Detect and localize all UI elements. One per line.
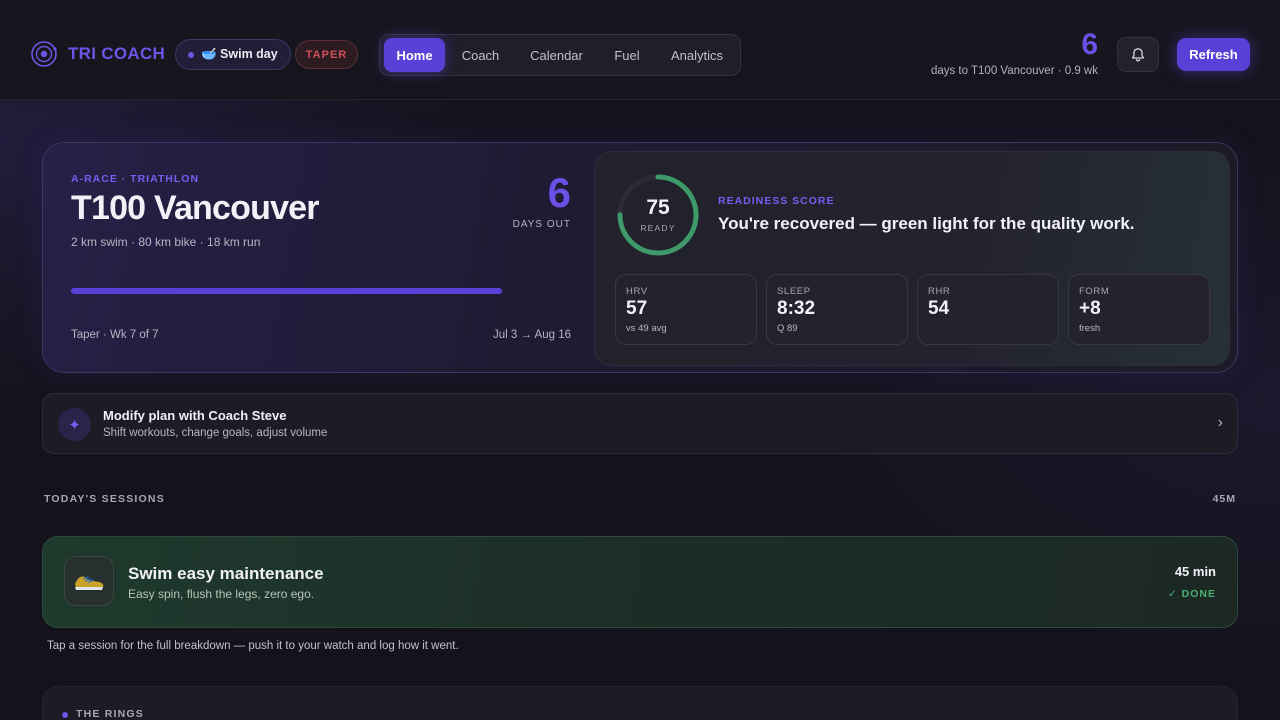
logo-icon — [30, 40, 58, 68]
race-kicker: A-RACE · TRIATHLON — [71, 173, 200, 185]
session-title: Swim easy maintenance — [128, 564, 324, 583]
metric-key: HRV — [626, 286, 648, 297]
metric-value: 54 — [928, 298, 950, 319]
race-distances: 2 km swim · 80 km bike · 18 km run — [71, 235, 261, 249]
tab-home[interactable]: Home — [384, 38, 445, 72]
notifications-button[interactable] — [1117, 37, 1159, 72]
session-card[interactable]: Swim easy maintenance Easy spin, flush t… — [42, 536, 1238, 628]
race-countdown: 6 days to T100 Vancouver · 0.9 wk — [931, 28, 1098, 77]
days-out: 6 DAYS OUT — [512, 169, 571, 231]
readiness-score: 75 — [646, 196, 670, 219]
tab-calendar[interactable]: Calendar — [516, 38, 597, 72]
sparkle-icon: ✦ — [58, 408, 91, 441]
main-nav: Home Coach Calendar Fuel Analytics — [379, 34, 741, 76]
days-out-number: 6 — [547, 169, 571, 216]
app-logo[interactable]: TRI COACH — [30, 40, 165, 68]
metric-key: FORM — [1079, 286, 1110, 297]
tab-coach[interactable]: Coach — [445, 38, 516, 72]
days-out-label: DAYS OUT — [512, 219, 571, 230]
metric-value: +8 — [1079, 298, 1101, 319]
metric-value: 8:32 — [777, 298, 816, 319]
rings-heading: THE RINGS — [76, 708, 144, 720]
session-duration: 45 min — [1174, 564, 1216, 579]
readiness-kicker: READINESS SCORE — [718, 195, 835, 207]
sessions-hint: Tap a session for the full breakdown — p… — [47, 640, 459, 652]
section-dot — [62, 712, 68, 718]
rings-card[interactable]: THE RINGS — [42, 686, 1238, 720]
metric-key: SLEEP — [777, 286, 811, 297]
sessions-heading: TODAY'S SESSIONS — [44, 493, 165, 505]
plan-date-range: Jul 3 → Aug 16 — [493, 329, 571, 341]
status-dot — [188, 51, 194, 58]
metric-hrv[interactable]: HRV 57 vs 49 avg — [615, 274, 757, 345]
metric-key: RHR — [928, 286, 951, 297]
race-summary: A-RACE · TRIATHLON T100 Vancouver 2 km s… — [71, 143, 591, 372]
metric-rhr[interactable]: RHR 54 — [917, 274, 1059, 345]
shoe-icon — [64, 556, 114, 606]
day-type-label: 🥣 Swim day — [201, 47, 278, 61]
tab-fuel[interactable]: Fuel — [597, 38, 657, 72]
metric-sub: Q 89 — [777, 323, 798, 334]
countdown-text: days to T100 Vancouver · 0.9 wk — [930, 65, 1098, 77]
top-bar: TRI COACH 🥣 Swim day TAPER Home Coach Ca… — [0, 0, 1280, 100]
race-title: T100 Vancouver — [71, 189, 320, 227]
race-card[interactable]: A-RACE · TRIATHLON T100 Vancouver 2 km s… — [42, 142, 1238, 373]
readiness-label: READY — [640, 223, 676, 233]
sessions-total: 45M — [1212, 493, 1236, 505]
plan-progress-fill — [71, 288, 502, 294]
bell-icon — [1131, 47, 1145, 61]
readiness-panel: 75 READY READINESS SCORE You're recovere… — [594, 151, 1230, 366]
session-status: ✓ DONE — [1167, 588, 1216, 600]
tab-analytics[interactable]: Analytics — [657, 38, 737, 72]
chevron-right-icon: › — [1217, 414, 1223, 431]
metric-form[interactable]: FORM +8 fresh — [1068, 274, 1210, 345]
countdown-days: 6 — [1081, 28, 1098, 61]
refresh-button[interactable]: Refresh — [1177, 38, 1250, 71]
readiness-message: You're recovered — green light for the q… — [718, 214, 1135, 233]
coach-row-title: Modify plan with Coach Steve — [103, 408, 287, 423]
plan-progress-bar — [71, 288, 502, 294]
phase-badge: TAPER — [295, 40, 358, 69]
app-name: TRI COACH — [68, 44, 166, 63]
coach-row-subtitle: Shift workouts, change goals, adjust vol… — [103, 427, 328, 439]
metric-sub: fresh — [1079, 323, 1101, 334]
plan-phase: Taper · Wk 7 of 7 — [71, 329, 159, 341]
session-subtitle: Easy spin, flush the legs, zero ego. — [128, 587, 315, 601]
metric-sub: vs 49 avg — [626, 323, 667, 334]
metric-value: 57 — [626, 298, 648, 319]
day-type-pill[interactable]: 🥣 Swim day — [175, 39, 291, 70]
modify-plan-button[interactable]: ✦ Modify plan with Coach Steve Shift wor… — [42, 393, 1238, 454]
metric-sleep[interactable]: SLEEP 8:32 Q 89 — [766, 274, 908, 345]
